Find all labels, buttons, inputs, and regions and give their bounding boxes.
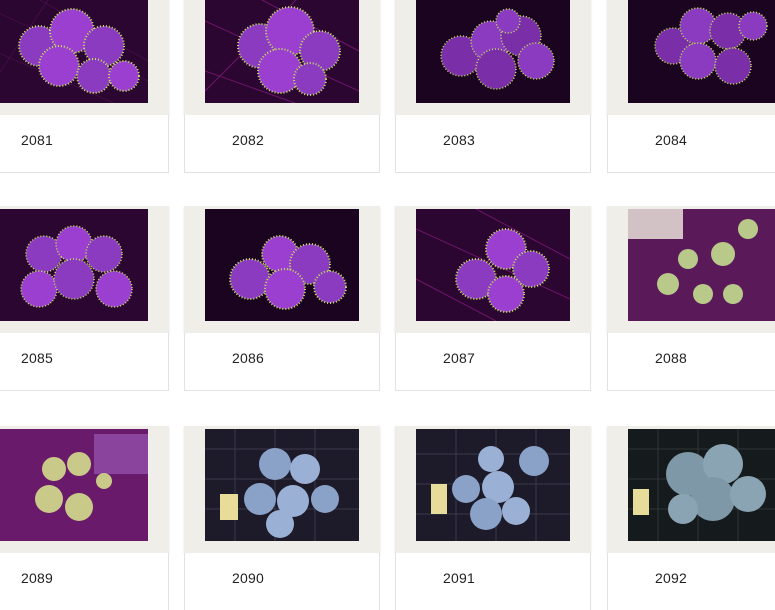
coral-thumbnail-2092 xyxy=(628,429,775,541)
caption-area: 2089 xyxy=(0,553,169,610)
gallery-card[interactable]: 2083 xyxy=(395,0,591,174)
photo-frame xyxy=(395,0,591,115)
photo-frame xyxy=(184,426,380,553)
coral-photo[interactable] xyxy=(628,209,775,321)
photo-label: 2089 xyxy=(21,570,53,586)
photo-frame xyxy=(184,0,380,115)
caption-area: 2088 xyxy=(607,333,775,391)
gallery-card[interactable]: 2085 xyxy=(0,206,169,392)
gallery-card[interactable]: 2086 xyxy=(184,206,380,392)
coral-photo[interactable] xyxy=(205,429,359,541)
coral-thumbnail-2088 xyxy=(628,209,775,321)
coral-photo[interactable] xyxy=(416,429,570,541)
coral-photo[interactable] xyxy=(205,209,359,321)
coral-photo[interactable] xyxy=(205,0,359,103)
caption-area: 2087 xyxy=(395,333,591,391)
photo-frame xyxy=(395,426,591,553)
coral-thumbnail-2082 xyxy=(205,0,359,103)
caption-area: 2090 xyxy=(184,553,380,610)
photo-frame xyxy=(607,206,775,333)
photo-label: 2086 xyxy=(232,350,264,366)
photo-label: 2085 xyxy=(21,350,53,366)
coral-thumbnail-2085 xyxy=(0,209,148,321)
photo-frame xyxy=(0,206,169,333)
coral-thumbnail-2087 xyxy=(416,209,570,321)
gallery-card[interactable]: 2092 xyxy=(607,426,775,610)
gallery-card[interactable]: 2087 xyxy=(395,206,591,392)
caption-area: 2083 xyxy=(395,115,591,173)
photo-label: 2084 xyxy=(655,132,687,148)
coral-photo[interactable] xyxy=(0,209,148,321)
photo-label: 2090 xyxy=(232,570,264,586)
caption-area: 2091 xyxy=(395,553,591,610)
coral-thumbnail-2084 xyxy=(628,0,775,103)
photo-frame xyxy=(0,0,169,115)
gallery-card[interactable]: 2084 xyxy=(607,0,775,174)
photo-label: 2087 xyxy=(443,350,475,366)
caption-area: 2085 xyxy=(0,333,169,391)
photo-frame xyxy=(395,206,591,333)
photo-frame xyxy=(184,206,380,333)
coral-thumbnail-2090 xyxy=(205,429,359,541)
coral-photo[interactable] xyxy=(416,0,570,103)
photo-label: 2081 xyxy=(21,132,53,148)
caption-area: 2084 xyxy=(607,115,775,173)
photo-label: 2092 xyxy=(655,570,687,586)
coral-photo[interactable] xyxy=(628,0,775,103)
caption-area: 2092 xyxy=(607,553,775,610)
gallery-card[interactable]: 2082 xyxy=(184,0,380,174)
photo-label: 2083 xyxy=(443,132,475,148)
photo-frame xyxy=(607,426,775,553)
photo-label: 2088 xyxy=(655,350,687,366)
caption-area: 2082 xyxy=(184,115,380,173)
coral-photo[interactable] xyxy=(628,429,775,541)
caption-area: 2081 xyxy=(0,115,169,173)
coral-thumbnail-2083 xyxy=(416,0,570,103)
gallery-card[interactable]: 2091 xyxy=(395,426,591,610)
coral-thumbnail-2091 xyxy=(416,429,570,541)
coral-thumbnail-2081 xyxy=(0,0,148,103)
photo-label: 2082 xyxy=(232,132,264,148)
gallery-card[interactable]: 2081 xyxy=(0,0,169,174)
gallery-card[interactable]: 2089 xyxy=(0,426,169,610)
coral-photo[interactable] xyxy=(0,429,148,541)
coral-photo[interactable] xyxy=(0,0,148,103)
photo-label: 2091 xyxy=(443,570,475,586)
photo-gallery-grid: 2081 2082 2083 2084 2085 2086 2087 2088 … xyxy=(0,0,775,610)
coral-thumbnail-2089 xyxy=(0,429,148,541)
coral-photo[interactable] xyxy=(416,209,570,321)
coral-thumbnail-2086 xyxy=(205,209,359,321)
photo-frame xyxy=(0,426,169,553)
photo-frame xyxy=(607,0,775,115)
gallery-card[interactable]: 2088 xyxy=(607,206,775,392)
gallery-card[interactable]: 2090 xyxy=(184,426,380,610)
caption-area: 2086 xyxy=(184,333,380,391)
